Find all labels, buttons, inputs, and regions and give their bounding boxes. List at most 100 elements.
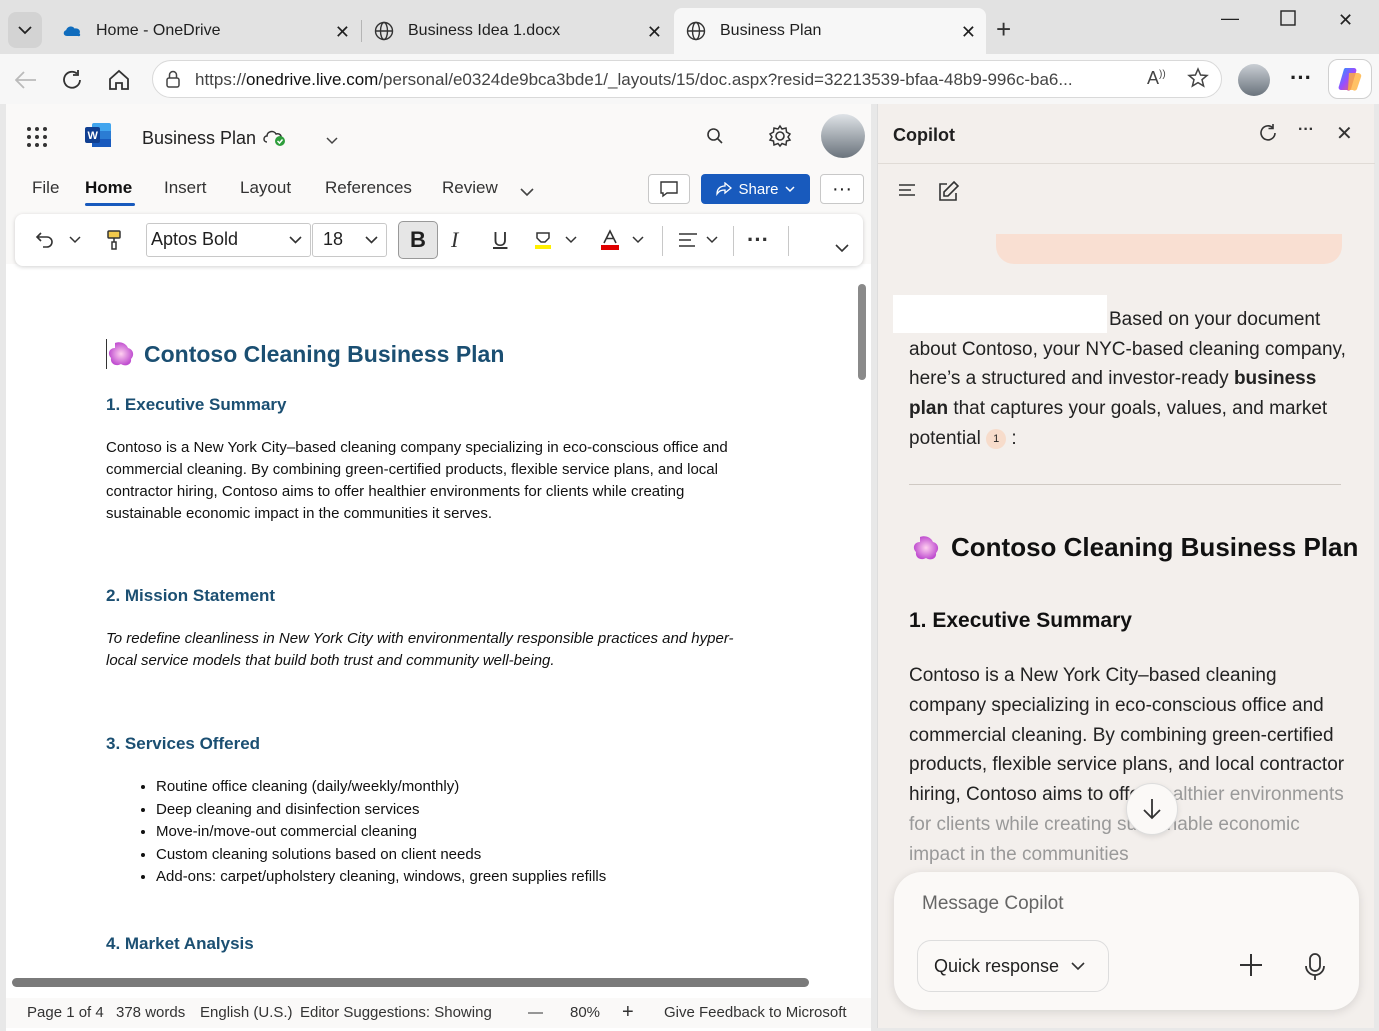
- tab-business-idea[interactable]: Business Idea 1.docx ✕: [362, 8, 672, 54]
- settings-gear-icon[interactable]: [768, 124, 792, 153]
- paragraph-executive-summary: Contoso is a New York City–based cleanin…: [106, 439, 728, 522]
- chevron-down-icon: [289, 236, 302, 244]
- align-dropdown-chevron-icon[interactable]: [706, 224, 718, 256]
- browser-tab-bar: Home - OneDrive ✕ Business Idea 1.docx ✕…: [0, 0, 1379, 54]
- document-title[interactable]: Business Plan: [142, 128, 256, 149]
- tab-home-onedrive[interactable]: Home - OneDrive ✕: [50, 8, 360, 54]
- word-count[interactable]: 378 words: [116, 1004, 185, 1021]
- response-mode-dropdown[interactable]: Quick response: [917, 940, 1109, 992]
- list-item: Deep cleaning and disinfection services: [156, 799, 606, 822]
- bold-button[interactable]: B: [398, 221, 438, 259]
- font-color-icon[interactable]: [599, 224, 621, 256]
- back-icon[interactable]: [12, 66, 40, 94]
- page-count[interactable]: Page 1 of 4: [27, 1004, 104, 1021]
- toolbar-divider: [662, 226, 663, 256]
- more-tabs-chevron-icon[interactable]: [520, 184, 534, 202]
- response-heading: Contoso Cleaning Business Plan: [911, 532, 1358, 563]
- italic-button[interactable]: I: [451, 224, 458, 256]
- close-window-icon[interactable]: ✕: [1338, 10, 1353, 31]
- close-tab-icon[interactable]: ✕: [647, 22, 662, 43]
- heading-mission-statement: 2. Mission Statement: [106, 586, 276, 605]
- comments-button[interactable]: [648, 174, 690, 204]
- font-color-dropdown-chevron-icon[interactable]: [632, 224, 644, 256]
- list-item: Move-in/move-out commercial cleaning: [156, 821, 606, 844]
- new-chat-icon[interactable]: [936, 180, 960, 209]
- more-options-icon[interactable]: ···: [1298, 121, 1314, 139]
- close-pane-icon[interactable]: ✕: [1336, 121, 1353, 146]
- comment-icon: [660, 181, 678, 198]
- zoom-out-button[interactable]: —: [528, 1004, 543, 1021]
- microphone-icon[interactable]: [1302, 952, 1328, 987]
- tab-business-plan[interactable]: Business Plan ✕: [674, 8, 986, 54]
- ribbon-tab-home[interactable]: Home: [85, 178, 132, 198]
- zoom-level[interactable]: 80%: [570, 1004, 600, 1021]
- sparkle-icon: [108, 342, 134, 366]
- divider: [909, 484, 1341, 485]
- feedback-link[interactable]: Give Feedback to Microsoft: [664, 1004, 847, 1021]
- conversation-list-icon[interactable]: [897, 182, 917, 203]
- account-avatar[interactable]: [821, 114, 865, 158]
- chevron-down-icon[interactable]: [326, 132, 338, 150]
- copilot-icon: [1338, 68, 1362, 91]
- add-attachment-icon[interactable]: [1238, 952, 1264, 985]
- ribbon-tab-file[interactable]: File: [32, 178, 59, 198]
- align-left-icon[interactable]: [677, 224, 699, 256]
- lock-icon[interactable]: [165, 70, 181, 93]
- sparkle-icon: [913, 535, 939, 559]
- undo-icon[interactable]: [35, 224, 55, 256]
- format-painter-icon[interactable]: [105, 224, 123, 256]
- tab-actions-menu-button[interactable]: [8, 12, 42, 48]
- font-name-dropdown[interactable]: Aptos Bold: [146, 223, 311, 257]
- ribbon-tab-insert[interactable]: Insert: [164, 178, 207, 198]
- copilot-sidebar-button[interactable]: [1328, 59, 1372, 99]
- more-formatting-icon[interactable]: ···: [747, 224, 769, 256]
- app-launcher-icon[interactable]: [26, 126, 48, 153]
- chevron-down-icon: [1071, 961, 1085, 970]
- expand-toolbar-chevron-icon[interactable]: [835, 232, 849, 264]
- refresh-icon[interactable]: [1258, 123, 1278, 149]
- ribbon-tab-review[interactable]: Review: [442, 178, 498, 198]
- language-indicator[interactable]: English (U.S.): [200, 1004, 293, 1021]
- copilot-header: Copilot ··· ✕: [878, 104, 1375, 164]
- address-bar[interactable]: https://onedrive.live.com/personal/e0324…: [152, 60, 1222, 98]
- services-list: Routine office cleaning (daily/weekly/mo…: [130, 776, 606, 889]
- saved-to-cloud-icon[interactable]: [261, 126, 287, 153]
- bold-label: B: [410, 227, 426, 252]
- editor-suggestions[interactable]: Editor Suggestions: Showing: [300, 1004, 492, 1021]
- list-item: Routine office cleaning (daily/weekly/mo…: [156, 776, 606, 799]
- minimize-icon[interactable]: —: [1221, 8, 1239, 29]
- highlight-icon[interactable]: [532, 224, 554, 256]
- new-tab-icon[interactable]: +: [996, 14, 1011, 45]
- share-button[interactable]: Share: [701, 174, 810, 204]
- citation-badge[interactable]: 1: [986, 428, 1007, 449]
- favorite-star-icon[interactable]: [1187, 67, 1209, 94]
- refresh-icon[interactable]: [58, 66, 86, 94]
- underline-button[interactable]: U: [493, 224, 507, 256]
- vertical-scrollbar[interactable]: [858, 284, 866, 380]
- word-editor: W Business Plan File Home Insert Layout …: [6, 104, 871, 1031]
- more-actions-button[interactable]: ···: [820, 174, 864, 204]
- document-canvas[interactable]: Contoso Cleaning Business Plan 1. Execut…: [6, 269, 851, 969]
- arrow-down-icon: [1143, 799, 1161, 820]
- zoom-in-button[interactable]: +: [622, 1001, 634, 1024]
- chevron-down-icon: [365, 236, 378, 244]
- horizontal-scrollbar[interactable]: [12, 978, 809, 987]
- highlight-dropdown-chevron-icon[interactable]: [565, 224, 577, 256]
- font-size-dropdown[interactable]: 18: [312, 223, 387, 257]
- undo-dropdown-chevron-icon[interactable]: [69, 224, 81, 256]
- close-tab-icon[interactable]: ✕: [961, 22, 976, 43]
- profile-avatar[interactable]: [1238, 64, 1270, 96]
- ribbon-tab-references[interactable]: References: [325, 178, 412, 198]
- scroll-to-bottom-button[interactable]: [1126, 783, 1178, 835]
- paragraph-mission-statement: To redefine cleanliness in New York City…: [106, 630, 734, 669]
- word-logo-icon[interactable]: W: [84, 122, 112, 148]
- read-aloud-icon[interactable]: A)): [1147, 68, 1166, 89]
- maximize-icon[interactable]: [1280, 10, 1296, 31]
- home-icon[interactable]: [105, 66, 133, 94]
- status-bar: Page 1 of 4 378 words English (U.S.) Edi…: [6, 998, 871, 1028]
- message-input[interactable]: Message Copilot: [922, 893, 1064, 915]
- close-tab-icon[interactable]: ✕: [335, 22, 350, 43]
- ribbon-tab-layout[interactable]: Layout: [240, 178, 291, 198]
- more-options-icon[interactable]: ···: [1290, 65, 1312, 91]
- search-icon[interactable]: [706, 127, 724, 150]
